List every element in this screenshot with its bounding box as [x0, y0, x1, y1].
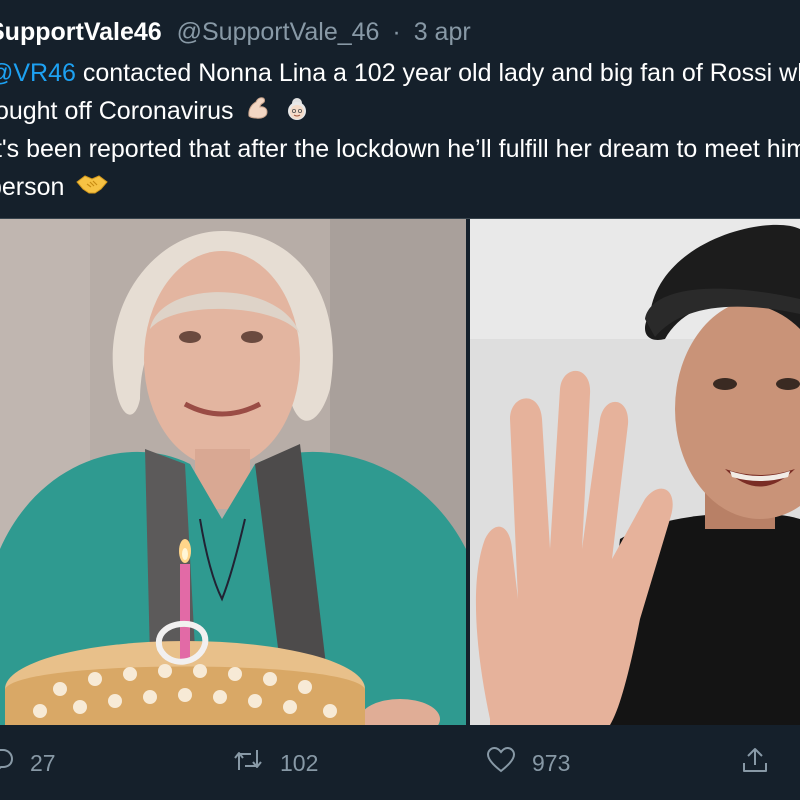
flexed-biceps-emoji-icon [244, 94, 272, 130]
reply-button[interactable]: 27 [0, 746, 56, 780]
tweet-text-segment: person [0, 173, 65, 201]
tweet-actions: 27 102 973 [0, 730, 800, 800]
share-button[interactable] [740, 746, 770, 780]
tweet-text-segment: It's been reported that after the lockdo… [0, 135, 800, 163]
tweet-header: SupportVale46 @SupportVale_46 · 3 apr [0, 14, 471, 50]
handshake-emoji-icon [75, 170, 109, 206]
like-button[interactable]: 973 [486, 746, 570, 780]
retweet-button[interactable]: 102 [232, 746, 318, 780]
share-icon [740, 746, 770, 780]
reply-icon [0, 746, 14, 780]
tweet-date[interactable]: 3 apr [414, 18, 471, 46]
man-waving-photo[interactable] [470, 219, 800, 725]
tweet-media [0, 218, 800, 725]
woman-with-cake-photo[interactable] [0, 219, 466, 725]
old-woman-emoji-icon [283, 94, 311, 130]
tweet-text-segment: contacted Nonna Lina a 102 year old lady… [75, 59, 800, 87]
heart-icon [486, 746, 516, 780]
tweet-text-line-2: fought off Coronavirus [0, 92, 800, 130]
tweet-text: @VR46 contacted Nonna Lina a 102 year ol… [0, 54, 800, 206]
tweet-text-segment: fought off Coronavirus [0, 97, 234, 125]
reply-count: 27 [30, 749, 56, 776]
separator-dot: · [392, 18, 401, 46]
like-count: 973 [532, 749, 571, 776]
mention-link[interactable]: @VR46 [0, 59, 76, 87]
retweet-count: 102 [280, 749, 319, 776]
tweet-text-line-4: person [0, 168, 800, 206]
tweet-text-line-3: It's been reported that after the lockdo… [0, 130, 800, 168]
tweet-text-line-1: @VR46 contacted Nonna Lina a 102 year ol… [0, 54, 800, 92]
user-handle[interactable]: @SupportVale_46 [177, 18, 380, 46]
retweet-icon [232, 746, 264, 780]
tweet: SupportVale46 @SupportVale_46 · 3 apr @V… [0, 0, 800, 800]
display-name[interactable]: SupportVale46 [0, 18, 162, 46]
